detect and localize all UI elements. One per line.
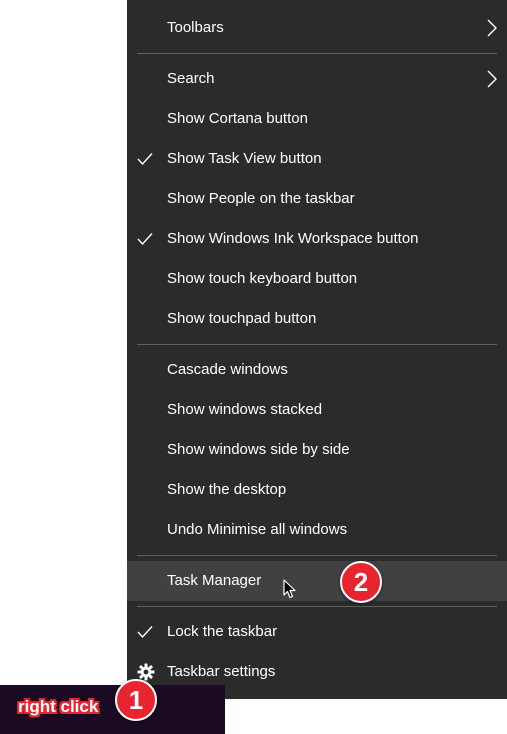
menu-item-label: Show touchpad button [167,310,317,327]
chevron-right-icon [487,70,497,88]
step-1-badge: 1 [115,679,157,721]
menu-separator [137,53,497,54]
menu-separator [137,344,497,345]
menu-item-label: Show Cortana button [167,110,308,127]
menu-item-show-desktop[interactable]: Show the desktop [127,470,507,510]
menu-item-label: Show People on the taskbar [167,190,355,207]
menu-item-label: Show windows stacked [167,401,323,418]
menu-item-label: Search [167,70,215,87]
checkmark-icon [137,233,153,246]
menu-item-show-people[interactable]: Show People on the taskbar [127,179,507,219]
chevron-right-icon [487,19,497,37]
menu-item-lock-taskbar[interactable]: Lock the taskbar [127,612,507,652]
gear-icon [137,663,155,681]
menu-separator [137,606,497,607]
menu-item-show-touch-keyboard[interactable]: Show touch keyboard button [127,259,507,299]
right-click-label: right click [18,697,99,716]
menu-item-show-windows-stacked[interactable]: Show windows stacked [127,390,507,430]
menu-item-show-touchpad[interactable]: Show touchpad button [127,299,507,339]
mouse-cursor-icon [283,579,296,599]
menu-item-label: Show Task View button [167,150,322,167]
taskbar-context-menu: Toolbars Search Show Cortana button Show… [127,0,507,699]
menu-item-show-cortana[interactable]: Show Cortana button [127,99,507,139]
menu-item-label: Cascade windows [167,361,288,378]
taskbar[interactable]: right click [0,685,225,734]
menu-separator [137,555,497,556]
menu-item-label: Lock the taskbar [167,623,278,640]
menu-item-undo-minimise[interactable]: Undo Minimise all windows [127,510,507,550]
menu-item-task-manager[interactable]: Task Manager [127,561,507,601]
menu-item-label: Task Manager [167,572,262,589]
menu-item-label: Show windows side by side [167,441,350,458]
menu-item-label: Show the desktop [167,481,287,498]
menu-item-show-windows-side-by-side[interactable]: Show windows side by side [127,430,507,470]
menu-item-label: Show touch keyboard button [167,270,358,287]
menu-item-cascade-windows[interactable]: Cascade windows [127,350,507,390]
checkmark-icon [137,153,153,166]
menu-item-label: Show Windows Ink Workspace button [167,230,419,247]
menu-item-toolbars[interactable]: Toolbars [127,8,507,48]
menu-item-label: Undo Minimise all windows [167,521,348,538]
step-2-badge: 2 [340,561,382,603]
menu-item-show-ink-workspace[interactable]: Show Windows Ink Workspace button [127,219,507,259]
menu-item-search[interactable]: Search [127,59,507,99]
menu-item-show-task-view[interactable]: Show Task View button [127,139,507,179]
menu-item-label: Toolbars [167,19,224,36]
checkmark-icon [137,626,153,639]
